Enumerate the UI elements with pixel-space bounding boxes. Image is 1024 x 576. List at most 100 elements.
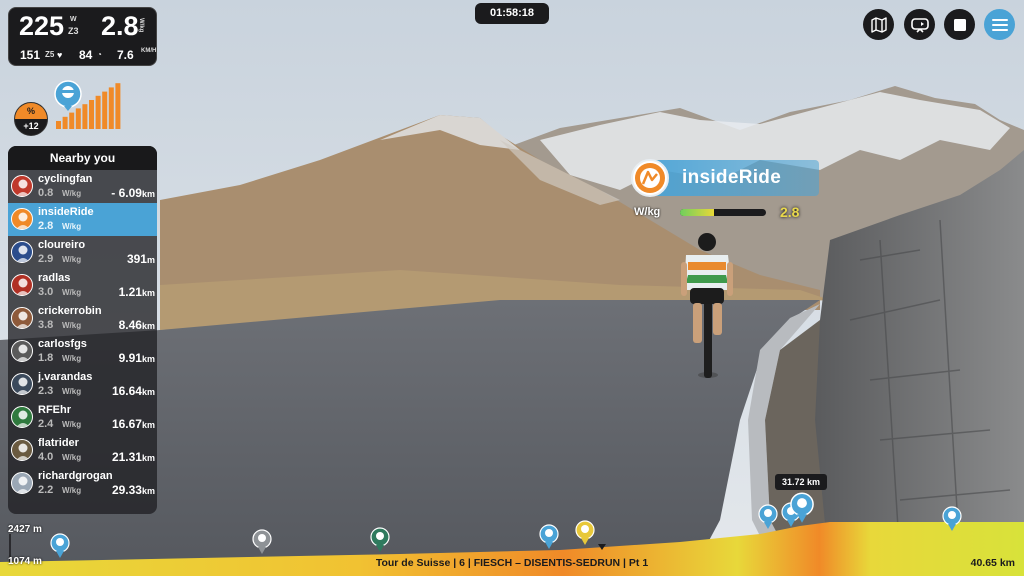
rider-wkg: 4.0 (38, 451, 54, 463)
gradient-level-bar (56, 121, 61, 129)
rider-name: crickerrobin (38, 305, 102, 317)
nearby-rider-row[interactable]: j.varandas 2.3 W/kg 16.64km (8, 368, 157, 401)
rider-name: j.varandas (38, 371, 93, 383)
gradient-level-bars (56, 83, 121, 129)
rider-distance: - 6.09km (111, 186, 155, 200)
rider-distance: 21.31km (111, 450, 155, 464)
cadence-value: 84 (79, 48, 93, 62)
rider-avatar (11, 208, 33, 230)
rider-wkg: 3.8 (38, 319, 54, 331)
stop-button[interactable] (944, 9, 975, 40)
camera-switch-button[interactable] (904, 9, 935, 40)
rider-distance: 9.91km (118, 351, 155, 365)
rider-wkg-unit: W/kg (62, 288, 82, 297)
rider-wkg-unit: W/kg (62, 420, 82, 429)
rider-wkg-unit: W/kg (62, 189, 82, 198)
heart-rate-zone: Z5 (45, 50, 55, 59)
rider-name: flatrider (38, 437, 79, 449)
rider-avatar (11, 307, 33, 329)
rider-wkg-unit: W/kg (62, 222, 82, 231)
rider-wkg: 2.3 (38, 385, 54, 397)
map-button[interactable] (863, 9, 894, 40)
rider-wkg-unit: W/kg (62, 255, 82, 264)
wkg-value: 2.8 (101, 11, 139, 41)
rider-pin-icon (252, 529, 272, 554)
menu-icon (991, 18, 1008, 31)
menu-button[interactable] (984, 9, 1015, 40)
rider-pin-icon (50, 533, 70, 558)
rider-pin-icon (942, 506, 962, 531)
rider-wkg-unit: W/kg (62, 387, 82, 396)
rider-distance: 1.21km (118, 285, 155, 299)
grade-symbol: % (15, 103, 47, 119)
rider-distance: 16.67km (111, 417, 155, 431)
gradient-level-bar (115, 83, 121, 129)
nearby-rider-row[interactable]: radlas 3.0 W/kg 1.21km (8, 269, 157, 302)
nearby-rider-row[interactable]: insideRide 2.8 W/kg (8, 203, 157, 236)
map-icon (870, 16, 887, 33)
gradient-level-bar (108, 87, 114, 129)
rider-avatar (11, 241, 33, 263)
rider-avatar (11, 406, 33, 428)
power-unit: W (70, 16, 77, 23)
rider-distance: 16.64km (111, 384, 155, 398)
rider-wkg-track (680, 209, 766, 216)
nearby-rider-row[interactable]: cyclingfan 0.8 W/kg - 6.09km (8, 170, 157, 203)
rider-avatar (11, 439, 33, 461)
nearby-rider-row[interactable]: cloureiro 2.9 W/kg 391m (8, 236, 157, 269)
current-rider-pin-icon (790, 492, 814, 523)
rider-wkg: 2.8 (38, 220, 54, 232)
rider-wkg-unit: W/kg (62, 453, 82, 462)
power-zone: Z3 (68, 26, 79, 36)
elapsed-timer: 01:58:18 (475, 3, 549, 24)
nearby-title: Nearby you (8, 146, 157, 170)
insideride-logo (631, 159, 669, 197)
rider-wkg: 3.0 (38, 286, 54, 298)
nearby-rider-row[interactable]: RFEhr 2.4 W/kg 16.67km (8, 401, 157, 434)
rider-wkg: 0.8 (38, 187, 54, 199)
rider-name: radlas (38, 272, 71, 284)
grade-value: +12 (23, 121, 39, 131)
rider-wkg-label: W/kg (634, 206, 661, 218)
rider-wkg: 2.9 (38, 253, 54, 265)
rider-avatar (11, 175, 33, 197)
rider-name: insideRide (38, 206, 94, 218)
rider-name: cyclingfan (38, 173, 93, 185)
power-value: 225 (19, 11, 65, 41)
ride-stats-panel: 225 W Z3 2.8 W/kg 151 Z5 ♥ 84 ◔ 7.6 KM/H (8, 7, 157, 66)
rider-avatar (11, 340, 33, 362)
nearby-rider-row[interactable]: flatrider 4.0 W/kg 21.31km (8, 434, 157, 467)
rider-wkg-unit: W/kg (62, 354, 82, 363)
rider-avatar (11, 274, 33, 296)
rider-wkg: 2.4 (38, 418, 54, 430)
rider-name-tag: insideRide (631, 159, 819, 197)
nearby-riders-panel: Nearby you cyclingfan 0.8 W/kg - 6.09km … (8, 146, 157, 514)
rider-wkg-value: 2.8 (780, 204, 800, 220)
speed-value: 7.6 (117, 48, 134, 62)
gradient-level-bar (62, 116, 68, 129)
gradient-level-bar (102, 91, 108, 129)
camera-switch-icon (910, 17, 929, 33)
heart-icon: ♥ (57, 50, 63, 60)
rider-pin-icon (370, 527, 390, 552)
elevation-max-label: 2427 m (8, 524, 42, 535)
route-total-distance: 40.65 km (970, 557, 1015, 569)
rider-wkg-fill (680, 209, 715, 216)
nearby-rider-row[interactable]: carlosfgs 1.8 W/kg 9.91km (8, 335, 157, 368)
rider-wkg: 1.8 (38, 352, 54, 364)
cadence-icon: ◔ (97, 50, 102, 59)
gradient-level-bar (69, 112, 75, 129)
rider-pin-icon (758, 504, 778, 529)
nearby-rider-list: cyclingfan 0.8 W/kg - 6.09km insideRide … (8, 170, 157, 500)
rider-distance: 8.46km (118, 318, 155, 332)
gradient-level-bar (89, 100, 94, 129)
rider-tag-name: insideRide (682, 167, 782, 188)
rider-distance: 391m (126, 252, 155, 266)
nearby-rider-row[interactable]: crickerrobin 3.8 W/kg 8.46km (8, 302, 157, 335)
heart-rate-value: 151 (20, 48, 41, 62)
rider-name: RFEhr (38, 404, 71, 416)
rider-wkg-bar: W/kg 2.8 (634, 204, 809, 221)
gradient-level-bar (82, 104, 88, 129)
rider-wkg-unit: W/kg (62, 321, 82, 330)
rider-pin-icon (539, 524, 559, 549)
